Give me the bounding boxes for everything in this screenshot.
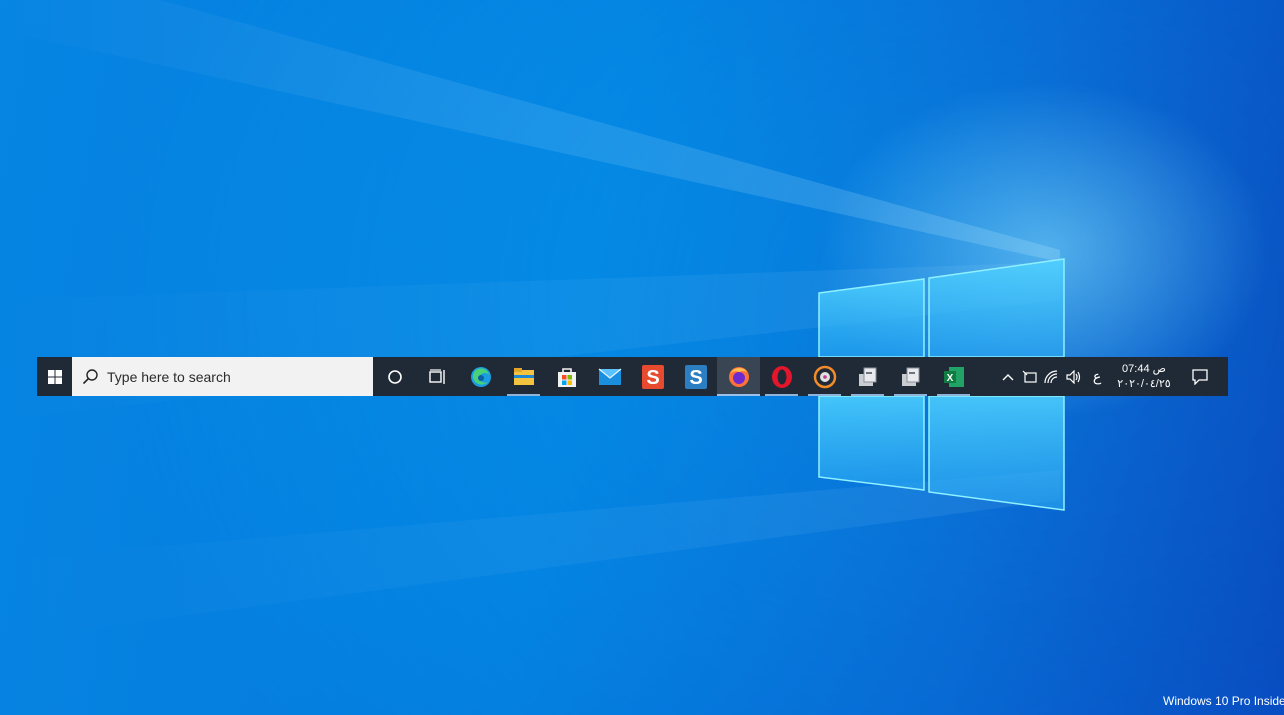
windows-start-icon: [47, 369, 62, 384]
clock-time: 07:44 ص: [1122, 362, 1166, 375]
excel-icon: X: [943, 366, 964, 387]
taskbar: Type here to search S S X ع 07:44 ص ٢٠٢٠…: [37, 357, 1228, 396]
chevron-up-icon: [1002, 373, 1014, 380]
battery-tray-button[interactable]: [1019, 370, 1041, 384]
taskbar-app-s-blue[interactable]: S: [674, 357, 717, 396]
speaker-icon: [1066, 369, 1081, 384]
taskbar-app-installer-2[interactable]: [889, 357, 932, 396]
app-s-red-icon: S: [641, 364, 664, 389]
installer-icon: [858, 367, 876, 386]
taskbar-app-file-explorer[interactable]: [502, 357, 545, 396]
clock-date: ٢٠٢٠/٠٤/٢٥: [1117, 377, 1171, 390]
windows-build-watermark: Windows 10 Pro Insider: [1163, 694, 1284, 708]
show-hidden-icons-button[interactable]: [997, 373, 1019, 381]
taskbar-app-opera[interactable]: [760, 357, 803, 396]
taskbar-app-store[interactable]: [545, 357, 588, 396]
search-icon: [82, 369, 98, 385]
task-view-icon: [428, 368, 445, 384]
taskbar-app-excel[interactable]: X: [932, 357, 975, 396]
search-box[interactable]: Type here to search: [72, 357, 373, 396]
search-placeholder: Type here to search: [107, 368, 231, 385]
battery-icon: [1022, 370, 1037, 383]
notification-icon: [1192, 368, 1208, 385]
file-explorer-icon: [513, 367, 534, 385]
taskbar-app-media-player[interactable]: [803, 357, 846, 396]
system-tray: ع 07:44 ص ٢٠٢٠/٠٤/٢٥: [997, 357, 1228, 396]
svg-text:S: S: [689, 367, 702, 389]
edge-icon: [470, 366, 491, 387]
action-center-button[interactable]: [1179, 368, 1221, 385]
wifi-icon: [1044, 369, 1058, 383]
input-language-indicator[interactable]: ع: [1085, 368, 1109, 385]
firefox-icon: [728, 366, 749, 387]
svg-text:S: S: [646, 367, 659, 389]
cortana-icon: [387, 369, 402, 384]
task-view-button[interactable]: [416, 357, 459, 396]
app-s-blue-icon: S: [684, 364, 707, 389]
cortana-button[interactable]: [373, 357, 416, 396]
taskbar-app-mail[interactable]: [588, 357, 631, 396]
opera-icon: [771, 365, 792, 388]
taskbar-app-s-red[interactable]: S: [631, 357, 674, 396]
taskbar-app-installer-1[interactable]: [846, 357, 889, 396]
svg-text:X: X: [946, 373, 953, 384]
installer-icon: [901, 367, 919, 386]
network-tray-button[interactable]: [1041, 369, 1063, 384]
volume-tray-button[interactable]: [1063, 369, 1085, 384]
mail-icon: [598, 368, 621, 385]
microsoft-store-icon: [557, 367, 576, 387]
start-button[interactable]: [37, 357, 72, 396]
clock[interactable]: 07:44 ص ٢٠٢٠/٠٤/٢٥: [1109, 362, 1179, 392]
media-player-icon: [813, 365, 836, 388]
taskbar-app-edge[interactable]: [459, 357, 502, 396]
taskbar-app-firefox[interactable]: [717, 357, 760, 396]
